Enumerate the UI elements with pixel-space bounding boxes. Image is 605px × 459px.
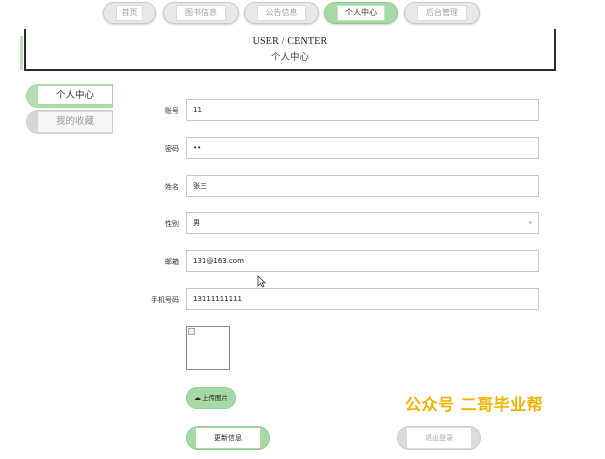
logout-button[interactable]: 退出登录 — [397, 426, 481, 450]
gender-select-value: 男 — [193, 219, 200, 227]
name-label: 姓名 — [165, 183, 179, 191]
phone-label: 手机号码 — [151, 296, 179, 304]
cloud-upload-icon: ☁ — [194, 394, 201, 402]
nav-item-label: 后台管理 — [417, 5, 467, 21]
sidebar-item-user-center[interactable]: 个人中心 — [26, 84, 113, 108]
upload-button-label: 上传图片 — [202, 394, 228, 402]
name-field[interactable]: 张三 — [186, 175, 539, 197]
broken-image-icon — [188, 328, 195, 335]
email-label: 邮箱 — [165, 258, 179, 266]
nav-item-label: 首页 — [116, 5, 143, 21]
sidebar-item-label: 个人中心 — [38, 86, 112, 106]
logout-button-label: 退出登录 — [407, 428, 471, 448]
update-info-button[interactable]: 更新信息 — [186, 426, 270, 450]
page-title-en: USER / CENTER — [252, 36, 328, 47]
mouse-cursor-icon — [257, 275, 266, 288]
upload-image-button[interactable]: ☁上传图片 — [186, 387, 236, 409]
chevron-down-icon: ▾ — [528, 219, 532, 227]
nav-item-books[interactable]: 图书信息 — [163, 2, 239, 24]
account-label: 账号 — [165, 107, 179, 115]
password-label: 密码 — [165, 145, 179, 153]
watermark-text: 公众号 二哥毕业帮 — [405, 395, 544, 414]
sidebar-item-favorites[interactable]: 我的收藏 — [26, 110, 113, 134]
nav-item-notices[interactable]: 公告信息 — [244, 2, 319, 24]
nav-item-home[interactable]: 首页 — [103, 2, 156, 24]
page-title-cn: 个人中心 — [270, 52, 309, 63]
top-nav: 首页 图书信息 公告信息 个人中心 后台管理 — [0, 2, 605, 24]
sidebar-item-label: 我的收藏 — [38, 112, 112, 132]
header-accent-bar — [20, 36, 23, 70]
gender-label: 性别 — [165, 220, 179, 228]
email-field[interactable]: 131@163.com — [186, 250, 539, 272]
gender-select[interactable]: 男 ▾ — [186, 212, 539, 234]
phone-field[interactable]: 13111111111 — [186, 288, 539, 310]
nav-item-label: 个人中心 — [337, 5, 385, 21]
update-button-label: 更新信息 — [196, 428, 260, 448]
password-field[interactable]: •• — [186, 137, 539, 159]
account-field[interactable]: 11 — [186, 99, 539, 121]
nav-item-label: 图书信息 — [176, 5, 226, 21]
nav-item-admin[interactable]: 后台管理 — [404, 2, 480, 24]
nav-item-label: 公告信息 — [257, 5, 306, 21]
page-header: USER / CENTER 个人中心 — [24, 29, 556, 71]
nav-item-user-center[interactable]: 个人中心 — [324, 2, 398, 24]
avatar-image — [186, 326, 230, 370]
